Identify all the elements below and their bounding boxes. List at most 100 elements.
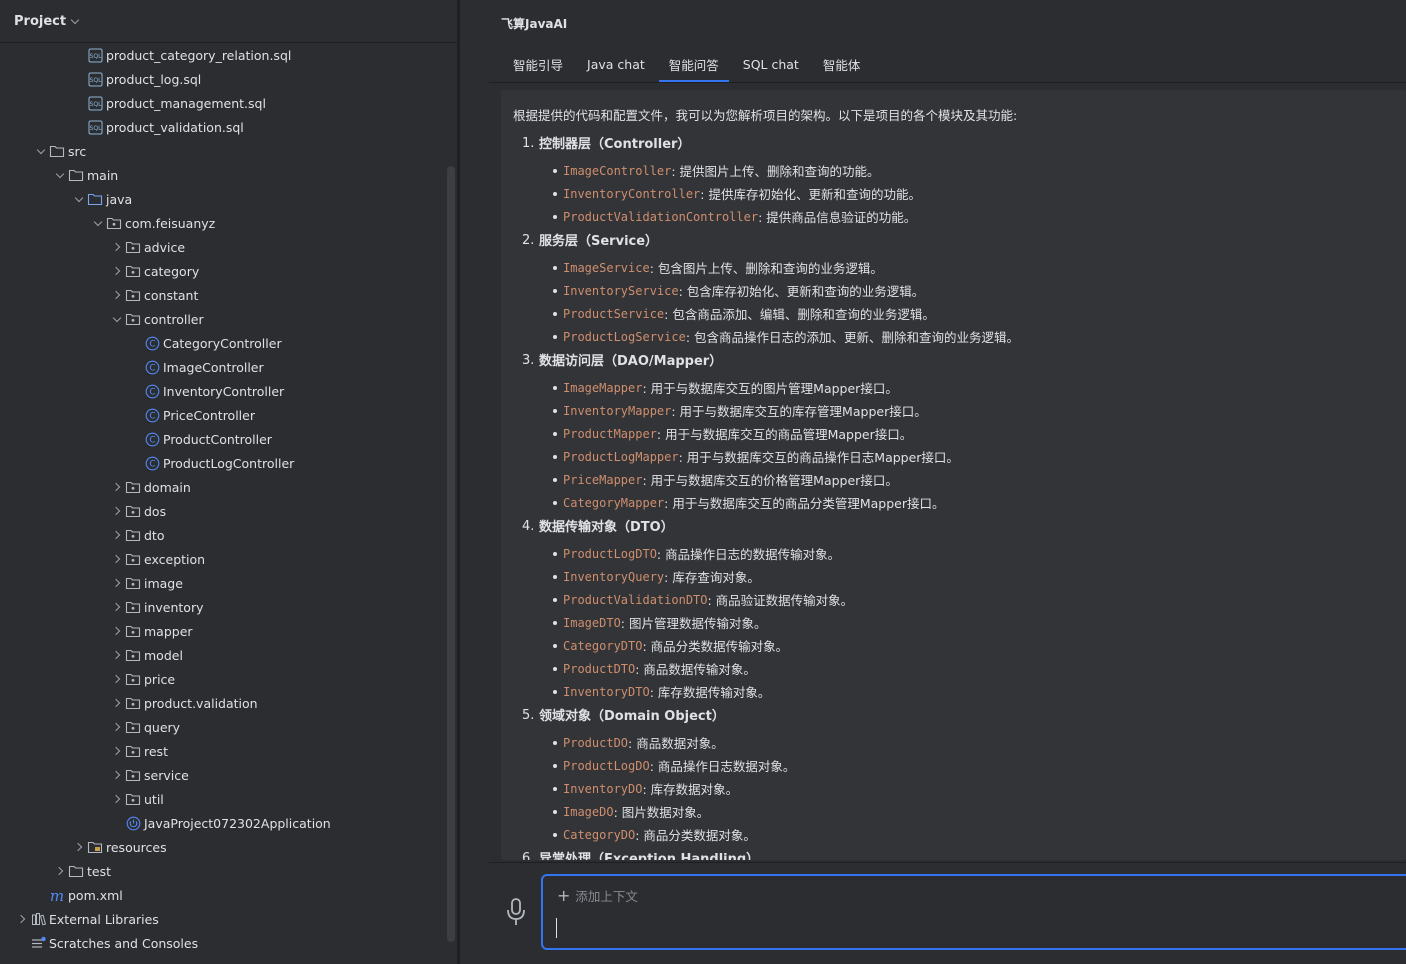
ai-tab[interactable]: 智能问答 [657,46,731,82]
bullet-dot [553,477,557,482]
chevron-down-icon[interactable] [52,167,68,183]
package-icon [125,647,141,663]
tree-item[interactable]: resources [0,835,446,859]
tree-item[interactable]: java [0,187,446,211]
ai-tab[interactable]: SQL chat [731,46,811,82]
bullet-dot [553,597,557,602]
tree-item-label: External Libraries [49,911,159,927]
tree-item[interactable]: price [0,667,446,691]
chevron-right-icon[interactable] [52,863,68,879]
tree-item[interactable]: service [0,763,446,787]
bullet-dot [553,832,557,837]
tree-item[interactable]: C PriceController [0,403,446,427]
tree-item-label: inventory [144,599,204,615]
chevron-right-icon[interactable] [109,479,125,495]
tree-item-label: Scratches and Consoles [49,935,199,951]
chevron-down-icon[interactable] [90,215,106,231]
chevron-right-icon[interactable] [109,623,125,639]
inline-code: ImageMapper [563,380,643,395]
tree-item[interactable]: product.validation [0,691,446,715]
chevron-right-icon[interactable] [109,671,125,687]
tree-item-label: dto [144,527,165,543]
chevron-right-icon[interactable] [109,551,125,567]
tree-item[interactable]: test [0,859,446,883]
ai-tab[interactable]: 智能引导 [501,46,575,82]
tree-item[interactable]: mapper [0,619,446,643]
chevron-right-icon[interactable] [71,839,87,855]
chevron-down-icon[interactable] [33,143,49,159]
tree-item[interactable]: SQL product_validation.sql [0,115,446,139]
project-scrollbar[interactable] [447,166,455,942]
ai-tab[interactable]: Java chat [575,46,657,82]
tree-item[interactable]: m pom.xml [0,883,446,907]
tree-item[interactable]: inventory [0,595,446,619]
item-description: : 库存查询对象。 [664,570,760,585]
tree-item[interactable]: exception [0,547,446,571]
tree-item[interactable]: advice [0,235,446,259]
tree-item[interactable]: model [0,643,446,667]
tree-item[interactable]: External Libraries [0,907,446,931]
project-title[interactable]: Project [14,14,66,29]
tree-item[interactable]: util [0,787,446,811]
tree-item[interactable]: controller [0,307,446,331]
bullet-dot [553,620,557,625]
chevron-right-icon[interactable] [109,503,125,519]
tree-item[interactable]: dos [0,499,446,523]
chevron-right-icon[interactable] [109,287,125,303]
tree-item[interactable]: com.feisuanyz [0,211,446,235]
chevron-right-icon[interactable] [109,647,125,663]
tree-item[interactable]: query [0,715,446,739]
tree-item[interactable]: C InventoryController [0,379,446,403]
inline-code: CategoryMapper [563,495,665,510]
chevron-right-icon[interactable] [109,239,125,255]
chevron-down-icon[interactable] [71,191,87,207]
ai-tab[interactable]: 智能体 [811,46,873,82]
inline-code: ProductDO [563,735,629,750]
tree-item[interactable]: image [0,571,446,595]
item-description: : 包含库存初始化、更新和查询的业务逻辑。 [678,284,925,299]
list-item: PriceMapper: 用于与数据库交互的价格管理Mapper接口。 [553,470,898,489]
tree-item[interactable]: SQL product_category_relation.sql [0,43,446,67]
chevron-down-icon[interactable] [70,15,80,24]
tree-item[interactable]: Scratches and Consoles [0,931,446,955]
project-header[interactable]: Project [0,0,457,43]
chevron-right-icon[interactable] [109,263,125,279]
section-title: 数据访问层（DAO/Mapper） [539,354,723,369]
tree-item[interactable]: C CategoryController [0,331,446,355]
tree-item[interactable]: constant [0,283,446,307]
chevron-down-icon[interactable] [109,311,125,327]
section-title: 异常处理（Exception Handling） [539,852,760,860]
text-caret[interactable] [556,918,557,938]
chevron-right-icon[interactable] [109,791,125,807]
chat-area[interactable]: 根据提供的代码和配置文件，我可以为您解析项目的架构。以下是项目的各个模块及其功能… [501,90,1406,860]
tree-item[interactable]: C ImageController [0,355,446,379]
tree-item[interactable]: rest [0,739,446,763]
tree-item-label: ProductLogController [163,455,295,471]
tree-item[interactable]: SQL product_log.sql [0,67,446,91]
chevron-right-icon[interactable] [109,527,125,543]
chevron-right-icon[interactable] [14,911,30,927]
tree-item[interactable]: main [0,163,446,187]
chevron-right-icon[interactable] [109,599,125,615]
tree-item[interactable]: SQL product_management.sql [0,91,446,115]
tree-item[interactable]: dto [0,523,446,547]
tree-item[interactable]: src [0,139,446,163]
list-item: ImageMapper: 用于与数据库交互的图片管理Mapper接口。 [553,378,898,397]
tree-item[interactable]: domain [0,475,446,499]
chevron-right-icon[interactable] [109,575,125,591]
tree-item-label: main [87,167,119,183]
chevron-right-icon[interactable] [109,695,125,711]
chevron-right-icon[interactable] [109,719,125,735]
tree-item[interactable]: JavaProject072302Application [0,811,446,835]
bullet-dot [553,334,557,339]
chevron-right-icon[interactable] [109,767,125,783]
tree-item[interactable]: C ProductLogController [0,451,446,475]
tree-item[interactable]: C ProductController [0,427,446,451]
add-context-button[interactable]: + 添加上下文 [557,886,638,905]
tree-item[interactable]: category [0,259,446,283]
bullet-dot [553,740,557,745]
chevron-right-icon[interactable] [109,743,125,759]
microphone-button[interactable] [505,896,527,928]
chat-input-box[interactable]: + 添加上下文 [541,874,1406,950]
